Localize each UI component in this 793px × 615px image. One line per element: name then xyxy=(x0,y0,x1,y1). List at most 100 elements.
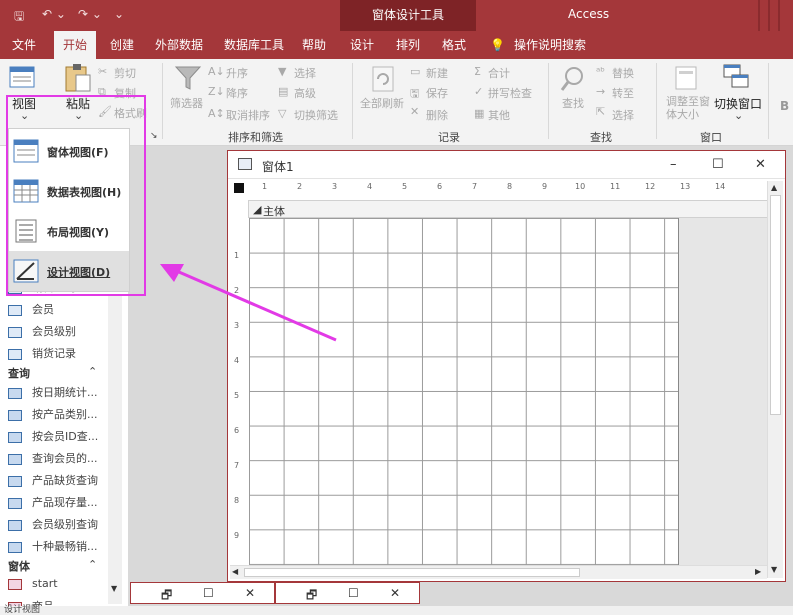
toggle-filter-button[interactable]: 切换筛选 xyxy=(294,107,338,123)
group-separator xyxy=(656,63,657,139)
scroll-down-icon[interactable]: ▼ xyxy=(111,584,117,593)
fit-form-button[interactable]: 调整至窗体大小 xyxy=(666,95,710,121)
replace-button[interactable]: 替换 xyxy=(612,65,634,81)
status-bar: 设计视图 xyxy=(0,606,793,615)
tab-arrange[interactable]: 排列 xyxy=(396,31,420,59)
tell-me-search[interactable]: 操作说明搜索 xyxy=(514,31,586,59)
bold-button[interactable]: B xyxy=(780,99,789,113)
refresh-icon[interactable] xyxy=(370,65,396,93)
scroll-up-icon[interactable]: ▲ xyxy=(771,183,777,192)
horizontal-ruler: 1 2 3 4 5 6 7 8 9 10 11 12 13 14 xyxy=(248,181,768,195)
nav-header-forms[interactable]: 窗体 xyxy=(8,558,30,576)
paste-icon[interactable] xyxy=(62,63,92,93)
nav-scrollbar[interactable]: ▼ xyxy=(108,294,122,604)
tab-design[interactable]: 设计 xyxy=(350,31,374,59)
minimized-window[interactable]: 🗗 ☐ ✕ xyxy=(130,582,275,604)
spelling-icon: ✓ xyxy=(474,85,484,98)
filter-button[interactable]: 筛选器 xyxy=(170,95,203,111)
minimized-window[interactable]: 🗗 ☐ ✕ xyxy=(275,582,420,604)
status-text: 设计视图 xyxy=(4,605,41,615)
tab-database-tools[interactable]: 数据库工具 xyxy=(224,31,284,59)
restore-button[interactable]: 🗗 xyxy=(161,586,172,607)
tab-home[interactable]: 开始 xyxy=(54,31,96,59)
close-button[interactable]: ✕ xyxy=(245,586,255,600)
redo-icon[interactable]: ↷ ⌄ xyxy=(78,7,102,21)
undo-icon[interactable]: ↶ ⌄ xyxy=(42,7,66,21)
select-button[interactable]: 选择 xyxy=(612,107,634,123)
goto-button[interactable]: 转至 xyxy=(612,85,634,101)
horizontal-scrollbar[interactable]: ◀ ▶ xyxy=(230,565,767,579)
section-header-detail[interactable]: ◢ 主体 xyxy=(248,200,768,218)
more-button[interactable]: 其他 xyxy=(488,107,510,123)
nav-item-query[interactable]: 查询会员的... xyxy=(8,450,98,470)
toggle-filter-icon: ▽ xyxy=(278,107,287,120)
nav-item-query[interactable]: 按产品类别... xyxy=(8,406,98,426)
selection-button[interactable]: 选择 xyxy=(294,65,316,81)
chevron-down-icon[interactable]: ⌄ xyxy=(734,109,743,122)
tab-file[interactable]: 文件 xyxy=(12,31,36,59)
tab-help[interactable]: 帮助 xyxy=(302,31,326,59)
form-selector[interactable] xyxy=(234,183,244,193)
minimize-button[interactable]: – xyxy=(670,157,677,172)
nav-item-table[interactable]: 会员 xyxy=(8,301,54,321)
save-record-icon: 🖫 xyxy=(410,87,420,100)
sort-descending-icon: Z↓ xyxy=(208,85,225,98)
selection-filter-icon: ▼ xyxy=(278,65,287,78)
close-button[interactable]: ✕ xyxy=(755,157,766,172)
form-design-tools-label: 窗体设计工具 xyxy=(340,0,476,31)
tab-format[interactable]: 格式 xyxy=(442,31,466,59)
find-icon[interactable] xyxy=(560,65,586,93)
switch-windows-icon[interactable] xyxy=(722,63,750,91)
close-button[interactable]: ✕ xyxy=(390,586,400,600)
fit-form-icon[interactable] xyxy=(674,65,698,91)
scroll-left-icon[interactable]: ◀ xyxy=(232,567,238,576)
form-window-titlebar[interactable]: 窗体1 – ☐ ✕ xyxy=(228,151,785,179)
tab-external-data[interactable]: 外部数据 xyxy=(155,31,203,59)
design-grid-outside xyxy=(679,218,767,565)
tab-create[interactable]: 创建 xyxy=(110,31,134,59)
nav-header-queries[interactable]: 查询 xyxy=(8,365,30,383)
nav-item-query[interactable]: 十种最畅销... xyxy=(8,538,98,558)
advanced-button[interactable]: 高级 xyxy=(294,85,316,101)
filter-icon[interactable] xyxy=(174,65,202,91)
cut-button[interactable]: 剪切 xyxy=(114,65,136,81)
maximize-button[interactable]: ☐ xyxy=(712,157,724,172)
nav-item-query[interactable]: 产品缺货查询 xyxy=(8,472,98,492)
save-button[interactable]: 保存 xyxy=(426,85,448,101)
scroll-thumb[interactable] xyxy=(770,195,781,415)
save-icon[interactable]: 🖫 xyxy=(14,7,24,28)
collapse-icon[interactable]: ⌃ xyxy=(88,558,97,571)
nav-item-table[interactable]: 会员级别 xyxy=(8,323,76,343)
descending-button[interactable]: 降序 xyxy=(226,85,248,101)
spelling-button[interactable]: 拼写检查 xyxy=(488,85,532,101)
nav-item-form[interactable]: start xyxy=(8,577,58,597)
scroll-thumb[interactable] xyxy=(244,568,580,577)
scroll-right-icon[interactable]: ▶ xyxy=(755,567,761,576)
nav-item-query[interactable]: 按日期统计... xyxy=(8,384,98,404)
vertical-scrollbar[interactable]: ▲ ▼ xyxy=(767,181,783,578)
group-label-records: 记录 xyxy=(438,131,460,144)
view-icon[interactable] xyxy=(8,65,38,91)
clipboard-launcher-icon[interactable]: ↘ xyxy=(150,131,158,141)
maximize-button[interactable]: ☐ xyxy=(203,586,214,600)
refresh-all-button[interactable]: 全部刷新 xyxy=(360,95,404,111)
scroll-down-icon[interactable]: ▼ xyxy=(771,565,777,574)
nav-item-table[interactable]: 销货记录 xyxy=(8,345,76,365)
customize-qat-icon[interactable]: ⌄ xyxy=(114,7,124,21)
nav-item-query[interactable]: 产品现存量... xyxy=(8,494,98,514)
nav-item-query[interactable]: 按会员ID查... xyxy=(8,428,98,448)
remove-sort-button[interactable]: 取消排序 xyxy=(226,107,270,123)
query-icon xyxy=(8,475,22,487)
find-button[interactable]: 查找 xyxy=(562,95,584,111)
totals-button[interactable]: 合计 xyxy=(488,65,510,81)
collapse-icon[interactable]: ⌃ xyxy=(88,365,97,378)
new-button[interactable]: 新建 xyxy=(426,65,448,81)
restore-button[interactable]: 🗗 xyxy=(306,586,317,607)
new-record-icon: ▭ xyxy=(410,65,421,78)
delete-button[interactable]: 删除 xyxy=(426,107,448,123)
select-cursor-icon: ⇱ xyxy=(596,105,606,118)
form-icon xyxy=(8,578,22,590)
maximize-button[interactable]: ☐ xyxy=(348,586,359,600)
ascending-button[interactable]: 升序 xyxy=(226,65,248,81)
nav-item-query[interactable]: 会员级别查询 xyxy=(8,516,98,536)
